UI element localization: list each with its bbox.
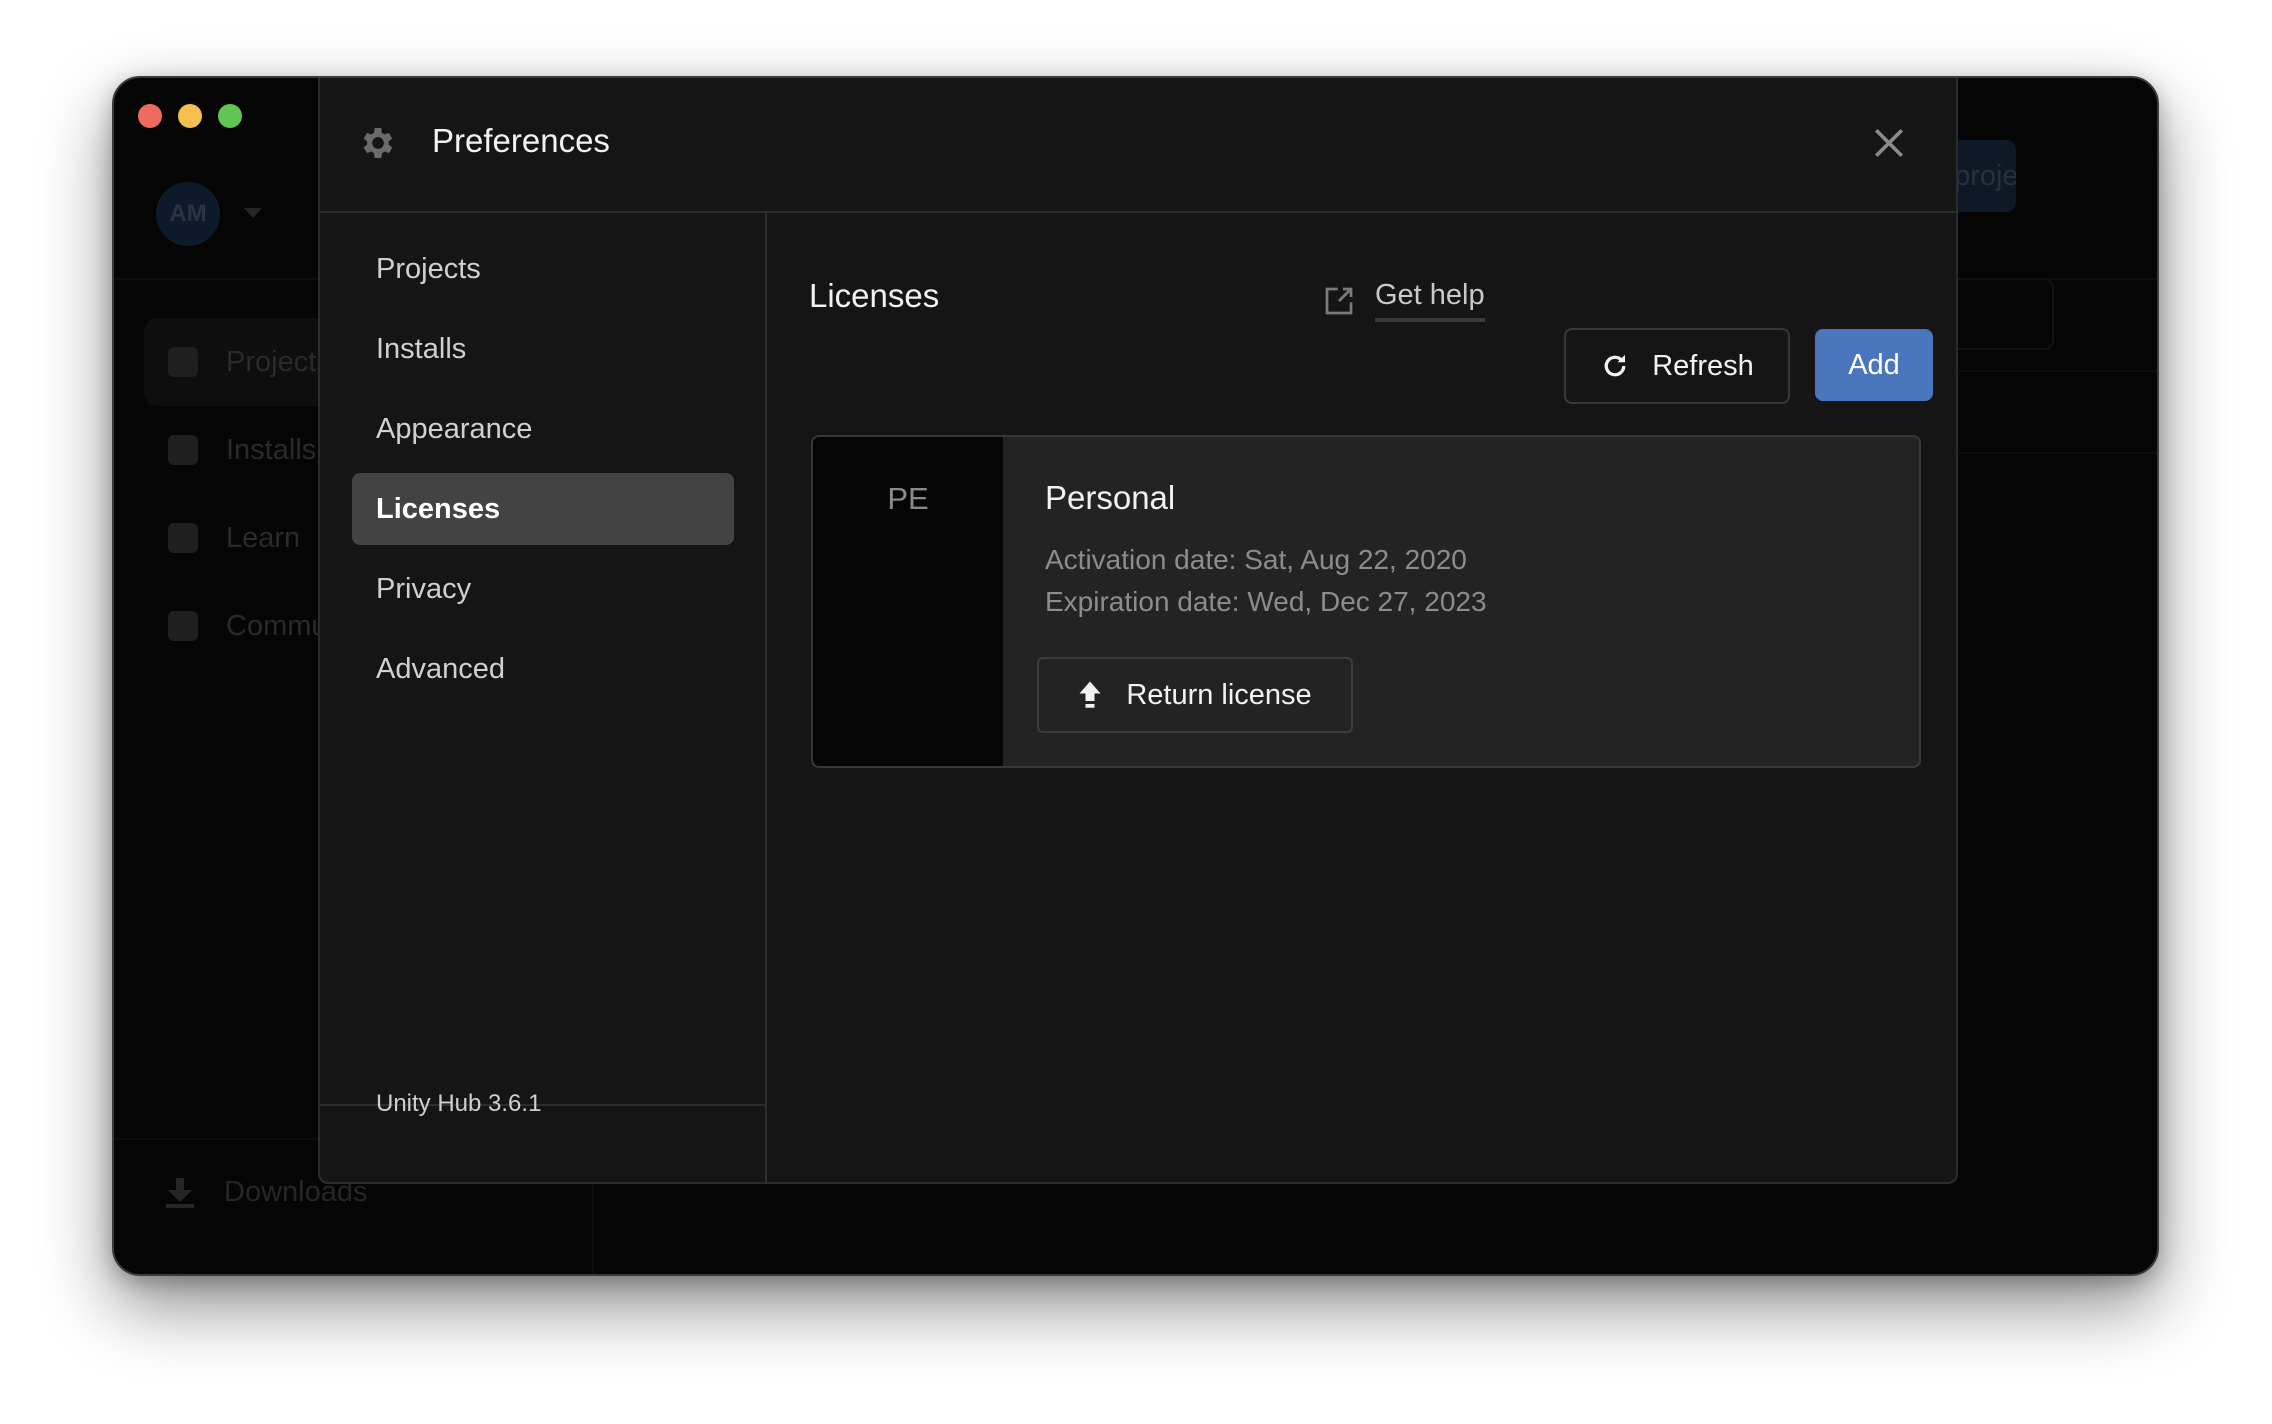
gear-icon bbox=[363, 128, 393, 158]
add-license-button[interactable]: Add bbox=[1815, 329, 1933, 401]
tray-icon bbox=[168, 435, 198, 465]
dialog-header: Preferences bbox=[320, 78, 1956, 213]
nav-item-licenses[interactable]: Licenses bbox=[352, 473, 734, 545]
preferences-nav: Projects Installs Appearance Licenses Pr… bbox=[320, 213, 767, 1182]
zoom-window-button[interactable] bbox=[218, 104, 242, 128]
traffic-lights bbox=[138, 104, 242, 128]
close-icon[interactable] bbox=[1872, 126, 1906, 160]
nav-item-installs[interactable]: Installs bbox=[352, 313, 734, 385]
version-label: Unity Hub 3.6.1 bbox=[376, 1090, 542, 1117]
refresh-button[interactable]: Refresh bbox=[1564, 328, 1790, 404]
license-card: PE Personal Activation date: Sat, Aug 22… bbox=[811, 435, 1921, 768]
account-caret-icon[interactable] bbox=[244, 208, 262, 218]
preferences-dialog: Preferences Projects Installs Appearance… bbox=[318, 78, 1958, 1184]
return-license-button[interactable]: Return license bbox=[1037, 657, 1353, 733]
dialog-title: Preferences bbox=[432, 122, 610, 159]
external-link-icon bbox=[1325, 287, 1353, 314]
people-icon bbox=[168, 611, 198, 641]
unity-hub-window: AM Projects Installs Learn Community Dow… bbox=[112, 76, 2159, 1276]
license-badge: PE bbox=[813, 437, 1003, 766]
refresh-icon bbox=[1604, 354, 1626, 377]
licenses-panel: Licenses Get help Refresh Add PE Persona… bbox=[769, 213, 1956, 1182]
get-help-label: Get help bbox=[1375, 279, 1485, 322]
section-title: Licenses bbox=[809, 277, 940, 314]
graduation-cap-icon bbox=[168, 523, 198, 553]
bg-table-header bbox=[1954, 370, 2157, 454]
expiration-date: Expiration date: Wed, Dec 27, 2023 bbox=[1045, 586, 1487, 617]
nav-item-advanced[interactable]: Advanced bbox=[352, 633, 734, 705]
minimize-window-button[interactable] bbox=[178, 104, 202, 128]
nav-item-privacy[interactable]: Privacy bbox=[352, 553, 734, 625]
avatar[interactable]: AM bbox=[156, 182, 220, 246]
license-name: Personal bbox=[1045, 479, 1176, 516]
nav-item-projects[interactable]: Projects bbox=[352, 233, 734, 305]
upload-icon bbox=[1079, 681, 1101, 708]
nav-item-appearance[interactable]: Appearance bbox=[352, 393, 734, 465]
return-license-label: Return license bbox=[1126, 678, 1312, 711]
get-help-link[interactable]: Get help bbox=[1323, 279, 1485, 322]
activation-date: Activation date: Sat, Aug 22, 2020 bbox=[1045, 544, 1467, 575]
download-icon bbox=[166, 1177, 194, 1208]
close-window-button[interactable] bbox=[138, 104, 162, 128]
cube-icon bbox=[168, 347, 198, 377]
refresh-label: Refresh bbox=[1652, 349, 1754, 382]
